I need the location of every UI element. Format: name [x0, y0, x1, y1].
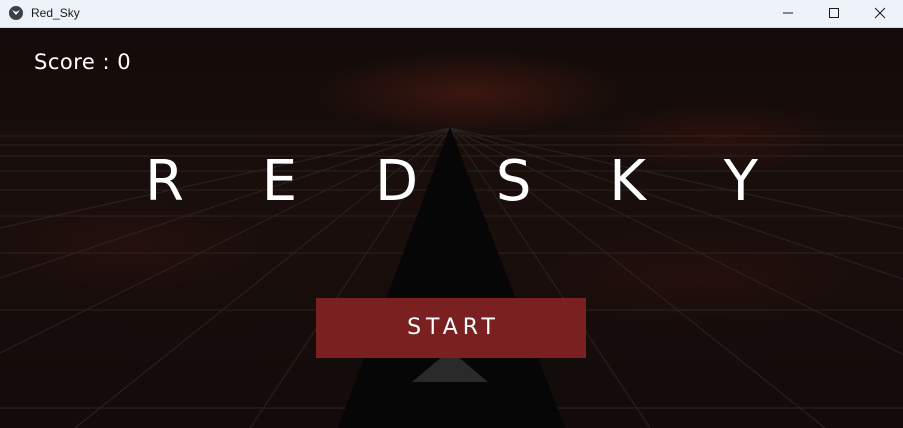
game-canvas[interactable]: Score : 0 R E D S K Y START [0, 28, 903, 428]
maximize-button[interactable] [811, 0, 857, 27]
game-title: R E D S K Y [145, 149, 788, 214]
close-icon [874, 7, 886, 19]
score-label: Score : 0 [34, 50, 132, 74]
title-bar[interactable]: Red_Sky [0, 0, 903, 28]
start-button[interactable]: START [316, 298, 586, 358]
close-button[interactable] [857, 0, 903, 27]
maximize-icon [829, 8, 839, 18]
app-icon [9, 6, 23, 20]
game-window: Red_Sky Score: 0 R E D S K Y START [0, 0, 903, 428]
minimize-button[interactable] [765, 0, 811, 27]
minimize-icon [783, 12, 793, 14]
perspective-grid [0, 127, 903, 428]
window-title: Red_Sky [31, 6, 80, 20]
